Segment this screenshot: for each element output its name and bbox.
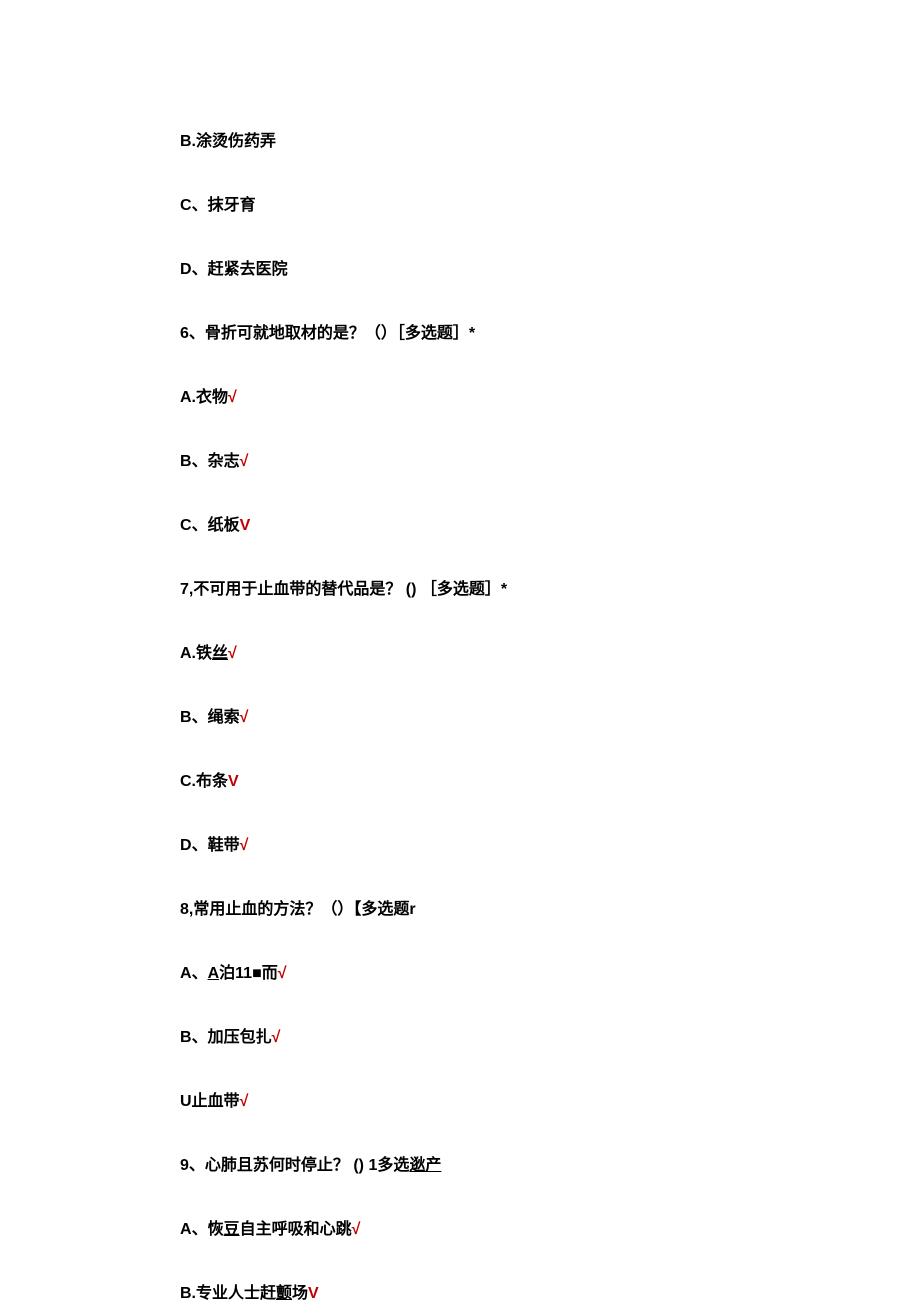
option-label: B — [180, 1029, 192, 1046]
option-text-underline: A — [208, 965, 220, 982]
option-text2: 自主呼吸和心跳 — [240, 1221, 352, 1238]
option-text2: 场 — [292, 1285, 308, 1302]
option-text-underline: 丝 — [212, 645, 228, 662]
check-mark: V — [308, 1285, 319, 1302]
option-label: A — [180, 965, 192, 982]
check-mark: √ — [240, 453, 249, 470]
option-text: 、赶紧去医院 — [192, 261, 288, 278]
question-text: 常用止血的方法？（）【多选题 — [193, 901, 409, 918]
option-label: A. — [180, 645, 196, 662]
option-line: A、A泊11■而√ — [180, 962, 740, 986]
option-line: B、绳索√ — [180, 706, 740, 730]
option-text: 、杂志 — [192, 453, 240, 470]
option-bold2: 11■ — [235, 965, 262, 982]
question-text: 不可用于止血带的替代品是？ () ［多选题］* — [193, 581, 507, 598]
option-line: U止血带√ — [180, 1090, 740, 1114]
question-line: 9、心肺且苏何时停止？ () 1多选逖产 — [180, 1154, 740, 1178]
option-label: B — [180, 453, 192, 470]
option-line: A.铁丝√ — [180, 642, 740, 666]
option-text: 、恢 — [192, 1221, 224, 1238]
option-line: D、赶紧去医院 — [180, 258, 740, 282]
option-text: 、加压包扎 — [192, 1029, 272, 1046]
question-number: 7, — [180, 581, 193, 598]
option-line: B.专业人士赶颤场V — [180, 1282, 740, 1306]
option-label: C. — [180, 773, 196, 790]
option-text: 衣物 — [196, 389, 228, 406]
question-line: 7,不可用于止血带的替代品是？ () ［多选题］* — [180, 578, 740, 602]
question-text: 、心肺且苏何时停止？ () 1多选 — [189, 1157, 409, 1174]
option-line: C、纸板V — [180, 514, 740, 538]
check-mark: V — [240, 517, 251, 534]
option-line: C、抹牙育 — [180, 194, 740, 218]
option-label: C — [180, 517, 192, 534]
check-mark: √ — [278, 965, 287, 982]
option-line: B、杂志√ — [180, 450, 740, 474]
option-text2: 泊 — [219, 965, 235, 982]
option-text-underline: 豆 — [224, 1221, 240, 1238]
option-text: 、鞋带 — [192, 837, 240, 854]
question-number: 8, — [180, 901, 193, 918]
option-text: 、绳索 — [192, 709, 240, 726]
check-mark: √ — [228, 389, 237, 406]
check-mark: V — [228, 773, 239, 790]
option-label: C — [180, 197, 192, 214]
check-mark: √ — [240, 709, 249, 726]
question-number: 6 — [180, 325, 189, 342]
option-line: B、加压包扎√ — [180, 1026, 740, 1050]
question-underline: 逖产 — [409, 1157, 441, 1174]
option-text: 布条 — [196, 773, 228, 790]
option-label: B. — [180, 133, 196, 150]
option-text: 铁 — [196, 645, 212, 662]
option-label: A — [180, 1221, 192, 1238]
question-line: 8,常用止血的方法？（）【多选题r — [180, 898, 740, 922]
option-label: D — [180, 261, 192, 278]
option-line: A、恢豆自主呼吸和心跳√ — [180, 1218, 740, 1242]
option-label: B — [180, 709, 192, 726]
option-text-underline: 颤 — [276, 1285, 292, 1302]
option-text: U止血带 — [180, 1093, 240, 1110]
question-number: 9 — [180, 1157, 189, 1174]
option-label: D — [180, 837, 192, 854]
check-mark: √ — [228, 645, 237, 662]
question-line: 6、骨折可就地取材的是？（）［多选题］* — [180, 322, 740, 346]
option-line: B.涂烫伤药弄 — [180, 130, 740, 154]
check-mark: √ — [352, 1221, 361, 1238]
check-mark: √ — [240, 837, 249, 854]
option-text: 、纸板 — [192, 517, 240, 534]
question-text: 、骨折可就地取材的是？（）［多选题］* — [189, 325, 475, 342]
option-line: A.衣物√ — [180, 386, 740, 410]
option-text: 涂烫伤药弄 — [196, 133, 276, 150]
check-mark: √ — [272, 1029, 281, 1046]
check-mark: √ — [240, 1093, 249, 1110]
option-label: A. — [180, 389, 196, 406]
option-text3: 而 — [262, 965, 278, 982]
option-label: B. — [180, 1285, 196, 1302]
option-text: 、抹牙育 — [192, 197, 256, 214]
option-line: D、鞋带√ — [180, 834, 740, 858]
option-line: C.布条V — [180, 770, 740, 794]
option-text: 专业人士赶 — [196, 1285, 276, 1302]
option-text: 、 — [192, 965, 208, 982]
question-trail: r — [409, 901, 415, 918]
